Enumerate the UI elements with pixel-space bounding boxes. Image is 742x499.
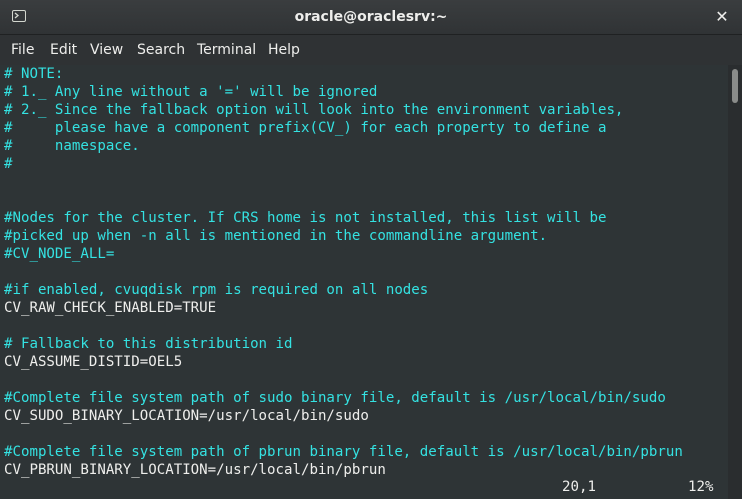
terminal-line: # namespace. — [4, 138, 140, 154]
menu-terminal[interactable]: Terminal — [197, 35, 256, 65]
terminal-line: CV_PBRUN_BINARY_LOCATION=/usr/local/bin/… — [4, 462, 386, 478]
terminal-line: # please have a component prefix(CV_) fo… — [4, 120, 607, 136]
menu-edit[interactable]: Edit — [50, 35, 77, 65]
menu-search[interactable]: Search — [137, 35, 185, 65]
title-bar[interactable]: oracle@oraclesrv:~ ✕ — [0, 0, 742, 35]
menu-bar: File Edit View Search Terminal Help — [0, 35, 742, 65]
menu-help[interactable]: Help — [268, 35, 300, 65]
terminal-line: #Complete file system path of sudo binar… — [4, 390, 666, 406]
cursor-position: 20,1 — [562, 479, 596, 495]
scroll-percent: 12% — [688, 479, 714, 495]
terminal-line: # NOTE: — [4, 66, 64, 82]
terminal-line: CV_ASSUME_DISTID=OEL5 — [4, 354, 183, 370]
window-title: oracle@oraclesrv:~ — [294, 9, 448, 25]
terminal-line: #Complete file system path of pbrun bina… — [4, 444, 683, 460]
terminal-line: #if enabled, cvuqdisk rpm is required on… — [4, 282, 429, 298]
scroll-thumb[interactable] — [732, 69, 738, 103]
terminal-content[interactable]: # NOTE: # 1._ Any line without a '=' will… — [0, 65, 728, 499]
scrollbar[interactable] — [728, 65, 742, 499]
terminal-line: # 1._ Any line without a '=' will be ign… — [4, 84, 378, 100]
terminal-line: # Fallback to this distribution id — [4, 336, 293, 352]
terminal-line: # — [4, 156, 13, 172]
terminal-line: #picked up when -n all is mentioned in t… — [4, 228, 548, 244]
terminal-line: CV_RAW_CHECK_ENABLED=TRUE — [4, 300, 217, 316]
terminal-line: # 2._ Since the fallback option will loo… — [4, 102, 624, 118]
menu-view[interactable]: View — [90, 35, 123, 65]
menu-file[interactable]: File — [11, 35, 34, 65]
close-icon[interactable]: ✕ — [712, 7, 732, 27]
terminal-line: CV_SUDO_BINARY_LOCATION=/usr/local/bin/s… — [4, 408, 369, 424]
terminal-line: #CV_NODE_ALL= — [4, 246, 115, 262]
terminal-line: #Nodes for the cluster. If CRS home is n… — [4, 210, 607, 226]
terminal-window: oracle@oraclesrv:~ ✕ File Edit View Sear… — [0, 0, 742, 499]
